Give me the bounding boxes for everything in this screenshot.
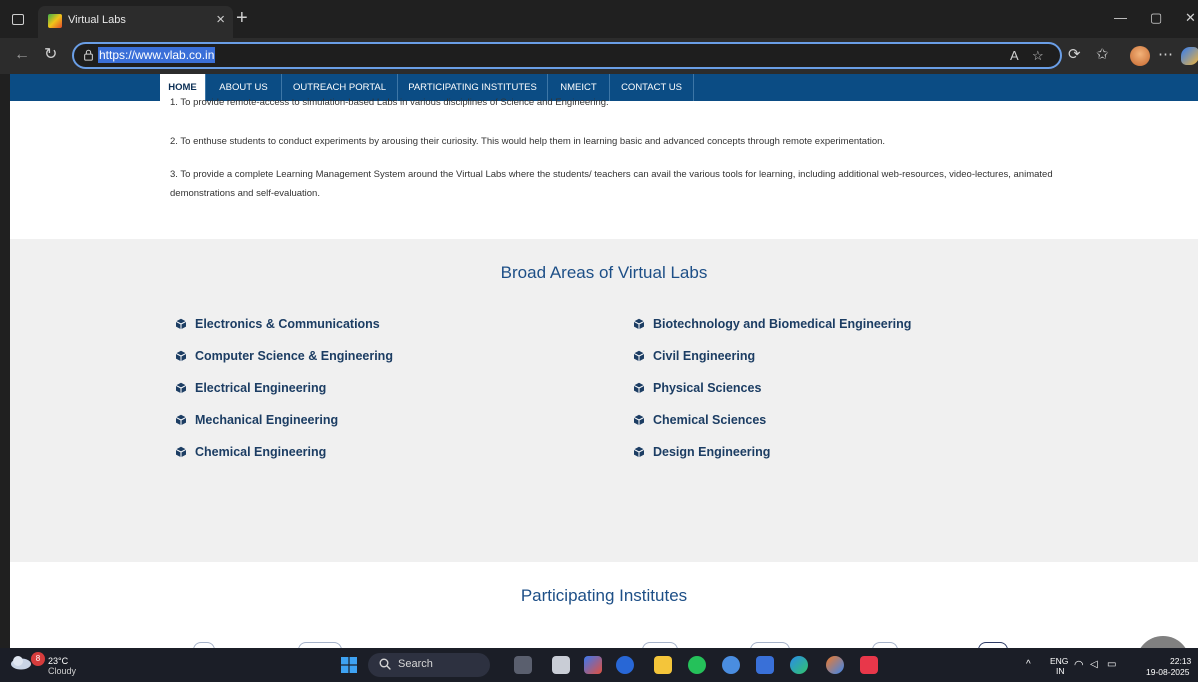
- broad-areas-title: Broad Areas of Virtual Labs: [500, 263, 708, 282]
- extensions-icon[interactable]: ⟳: [1068, 46, 1081, 64]
- show-hidden-icons-icon[interactable]: ^: [1026, 660, 1031, 670]
- cube-icon: [175, 414, 187, 425]
- windows-start-icon[interactable]: [341, 657, 357, 673]
- store-icon[interactable]: [756, 656, 774, 674]
- refresh-icon[interactable]: ↻: [44, 46, 57, 64]
- area-label: Design Engineering: [653, 445, 771, 459]
- area-link[interactable]: Design Engineering: [633, 444, 770, 460]
- area-link[interactable]: Electrical Engineering: [175, 380, 326, 396]
- copilot-app-icon[interactable]: [584, 656, 602, 674]
- area-link[interactable]: Electronics & Communications: [175, 316, 380, 332]
- area-link[interactable]: Chemical Sciences: [633, 412, 766, 428]
- search-label: Search: [398, 658, 433, 670]
- search-icon: [379, 658, 391, 670]
- read-aloud-icon[interactable]: A: [1010, 48, 1019, 63]
- broad-areas-section: Broad Areas of Virtual Labs Electronics …: [10, 239, 1198, 562]
- cube-icon: [633, 382, 645, 393]
- cube-icon: [175, 350, 187, 361]
- task-view-icon[interactable]: [552, 656, 570, 674]
- area-label: Physical Sciences: [653, 381, 762, 395]
- whatsapp-icon[interactable]: [688, 656, 706, 674]
- area-link[interactable]: Biotechnology and Biomedical Engineering: [633, 316, 911, 332]
- tab-actions-icon[interactable]: [12, 14, 24, 25]
- maximize-icon[interactable]: ▢: [1150, 10, 1162, 26]
- area-link[interactable]: Chemical Engineering: [175, 444, 326, 460]
- profile-avatar[interactable]: [1130, 46, 1150, 66]
- browser-tab[interactable]: Virtual Labs ×: [38, 6, 233, 38]
- participating-institutes-title: Participating Institutes: [520, 586, 688, 605]
- language-region[interactable]: IN: [1056, 666, 1065, 676]
- objective-2: 2. To enthuse students to conduct experi…: [170, 136, 886, 147]
- camera-app-icon[interactable]: [514, 656, 532, 674]
- file-explorer-icon[interactable]: [654, 656, 672, 674]
- area-label: Civil Engineering: [653, 349, 756, 363]
- objective-3: 3. To provide a complete Learning Manage…: [170, 169, 1053, 199]
- battery-icon[interactable]: ▭: [1107, 660, 1116, 670]
- chrome-icon[interactable]: [722, 656, 740, 674]
- edge-icon[interactable]: [790, 656, 808, 674]
- volume-icon[interactable]: ◁: [1090, 660, 1098, 670]
- chevron-up-icon: [1136, 636, 1190, 648]
- cube-icon: [633, 414, 645, 425]
- area-link[interactable]: Mechanical Engineering: [175, 412, 338, 428]
- cube-icon: [633, 446, 645, 457]
- participating-institutes-section: Participating Institutes: [10, 562, 1198, 648]
- weather-temperature[interactable]: 23°C: [48, 656, 68, 666]
- more-menu-icon[interactable]: ⋯: [1158, 46, 1173, 64]
- objective-1: 1. To provide remote-access to simulatio…: [170, 97, 609, 108]
- windows-taskbar: 8 23°C Cloudy Search ^ ENG IN ◠ ◁ ▭ 22:1…: [0, 648, 1198, 682]
- google-chrome-icon[interactable]: [826, 656, 844, 674]
- area-label: Electronics & Communications: [195, 317, 380, 331]
- area-label: Mechanical Engineering: [195, 413, 339, 427]
- cube-icon: [175, 382, 187, 393]
- taskbar-search[interactable]: Search: [368, 653, 490, 677]
- cube-icon: [633, 350, 645, 361]
- language-indicator[interactable]: ENG: [1050, 656, 1068, 666]
- copilot-icon[interactable]: [1181, 47, 1198, 65]
- favorites-icon[interactable]: ✩: [1096, 46, 1109, 64]
- url-text[interactable]: https://www.vlab.co.in: [98, 47, 216, 63]
- address-bar[interactable]: https://www.vlab.co.in A ☆: [72, 42, 1062, 69]
- area-label: Chemical Engineering: [195, 445, 327, 459]
- cube-icon: [175, 318, 187, 329]
- area-label: Computer Science & Engineering: [195, 349, 393, 363]
- browser-tab-bar: Virtual Labs × + — ▢ ✕: [0, 0, 1198, 38]
- weather-badge: 8: [31, 652, 45, 666]
- hp-icon[interactable]: [616, 656, 634, 674]
- cloud-weather-icon[interactable]: [10, 654, 32, 670]
- weather-description[interactable]: Cloudy: [48, 666, 76, 676]
- scroll-to-top-button[interactable]: [1136, 636, 1190, 648]
- close-window-icon[interactable]: ✕: [1185, 10, 1196, 26]
- minimize-icon[interactable]: —: [1114, 10, 1127, 25]
- wps-office-icon[interactable]: [860, 656, 878, 674]
- cube-icon: [175, 446, 187, 457]
- back-arrow-icon[interactable]: ←: [14, 46, 30, 64]
- area-label: Electrical Engineering: [195, 381, 327, 395]
- tab-close-icon[interactable]: ×: [216, 11, 225, 29]
- area-link[interactable]: Physical Sciences: [633, 380, 761, 396]
- area-label: Biotechnology and Biomedical Engineering: [653, 317, 912, 331]
- clock-date[interactable]: 19-08-2025: [1146, 667, 1189, 677]
- tab-title: Virtual Labs: [68, 14, 126, 26]
- site-info-icon[interactable]: [83, 49, 94, 61]
- cube-icon: [633, 318, 645, 329]
- favorite-star-icon[interactable]: ☆: [1032, 48, 1044, 64]
- new-tab-icon[interactable]: +: [236, 6, 248, 30]
- page-viewport: HOME ABOUT US OUTREACH PORTAL PARTICIPAT…: [10, 74, 1198, 648]
- area-label: Chemical Sciences: [653, 413, 767, 427]
- address-toolbar: ← ↻ https://www.vlab.co.in A ☆ ⟳ ✩ ⋯: [0, 38, 1198, 74]
- area-link[interactable]: Civil Engineering: [633, 348, 755, 364]
- vlab-favicon-icon: [48, 14, 62, 28]
- wifi-icon[interactable]: ◠: [1074, 660, 1084, 671]
- area-link[interactable]: Computer Science & Engineering: [175, 348, 393, 364]
- clock-time[interactable]: 22:13: [1170, 656, 1191, 666]
